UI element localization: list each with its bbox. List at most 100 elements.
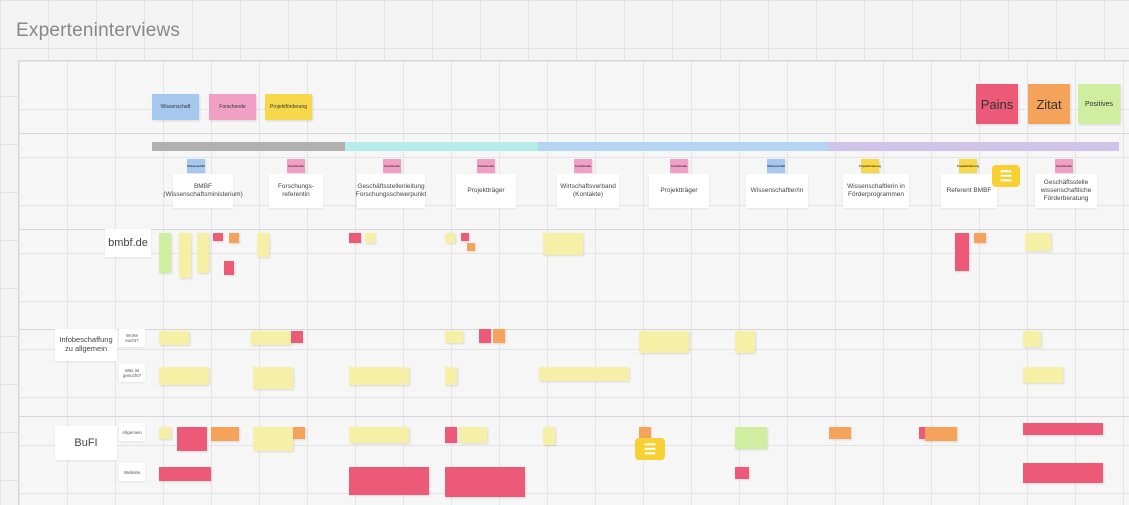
sticky-note[interactable] (459, 427, 487, 443)
column-tag[interactable]: Forschende (1055, 159, 1073, 173)
column-tag[interactable]: Projektförderung (859, 159, 881, 173)
sticky-note[interactable] (1025, 233, 1051, 251)
sticky-note[interactable] (291, 331, 303, 343)
row-divider (19, 229, 1129, 230)
legend-sticky-forschende[interactable]: Forschende (209, 94, 256, 120)
sticky-note[interactable] (1023, 367, 1063, 383)
sticky-note[interactable] (159, 467, 211, 481)
legend-sticky-wissenschaft[interactable]: Wissenschaft (152, 94, 199, 120)
sticky-note[interactable] (1023, 463, 1103, 483)
sticky-note[interactable] (349, 427, 409, 443)
legend-sticky-projektfoerderung[interactable]: Projektförderung (265, 94, 312, 120)
sticky-note[interactable] (349, 467, 429, 495)
sticky-note[interactable] (735, 331, 755, 353)
sticky-note[interactable] (539, 367, 629, 381)
sticky-note[interactable] (197, 233, 209, 273)
sticky-note[interactable] (479, 329, 491, 343)
row-sublabel-text: Was ist gesucht? (122, 368, 142, 378)
row-sublabel[interactable]: Worte sucht? (119, 329, 145, 347)
column-tag[interactable]: Forschende (477, 159, 495, 173)
sticky-note[interactable] (467, 243, 475, 251)
sticky-note[interactable] (445, 467, 525, 497)
sticky-note[interactable] (349, 367, 409, 385)
column-tag[interactable]: Projektförderung (956, 159, 980, 173)
column-header-card[interactable]: Wirtschaftsverband (Kontakte) (557, 174, 619, 208)
column-header-label: Wissenschaftlerin in Förderprogrammen (847, 183, 905, 198)
column-tag-label: Forschende (575, 164, 591, 168)
sticky-note[interactable] (177, 427, 207, 451)
column-header-card[interactable]: Referent BMBF (941, 174, 997, 208)
column-tag-label: Projektförderung (956, 164, 980, 168)
sticky-note[interactable] (925, 427, 957, 441)
row-sublabel[interactable]: Was ist gesucht? (119, 364, 145, 382)
sticky-note[interactable] (735, 427, 767, 449)
row-label-bufi[interactable]: BuFI (55, 426, 117, 460)
column-header-card[interactable]: Projektträger (649, 174, 709, 208)
column-tag-label: Forschende (384, 164, 400, 168)
comment-icon[interactable]: ☰ (992, 165, 1020, 187)
column-header-card[interactable]: Geschäftsstellenleitung Forschungsschwer… (356, 174, 426, 208)
sticky-note[interactable] (1023, 331, 1041, 347)
sticky-note[interactable] (493, 329, 505, 343)
sticky-note[interactable] (639, 331, 689, 353)
sticky-note[interactable] (1023, 423, 1103, 435)
sticky-note[interactable] (159, 233, 171, 273)
row-label-bmbf[interactable]: bmbf.de (105, 229, 151, 257)
legend-sticky-positives[interactable]: Positives (1078, 84, 1120, 124)
sticky-note[interactable] (159, 367, 209, 385)
row-label-infobeschaffung[interactable]: Infobeschaffung zu allgemein (55, 329, 117, 361)
column-header-card[interactable]: Projektträger (456, 174, 516, 208)
legend-label: Projektförderung (270, 104, 307, 110)
sticky-note[interactable] (159, 331, 189, 345)
row-label-text: Infobeschaffung zu allgemein (59, 335, 113, 353)
column-tag[interactable]: Wissenschaft (767, 159, 785, 173)
sticky-note[interactable] (445, 367, 457, 385)
sticky-note[interactable] (224, 261, 234, 275)
sticky-note[interactable] (159, 427, 171, 439)
sticky-note[interactable] (229, 233, 239, 243)
column-header-card[interactable]: Wissenschaftlerin in Förderprogrammen (843, 174, 909, 208)
sticky-note[interactable] (349, 233, 361, 243)
column-header-label: Projektträger (467, 187, 505, 195)
sticky-note[interactable] (257, 233, 269, 257)
sticky-note[interactable] (445, 233, 455, 243)
sticky-note[interactable] (211, 427, 239, 441)
column-tag[interactable]: Forschende (670, 159, 688, 173)
sticky-note[interactable] (293, 427, 305, 439)
sticky-note[interactable] (974, 233, 986, 243)
column-header-label: Wissenschaftler/in (750, 187, 804, 195)
sticky-note[interactable] (543, 427, 555, 445)
sticky-note[interactable] (445, 331, 463, 343)
sticky-note[interactable] (253, 367, 293, 389)
sticky-note[interactable] (365, 233, 375, 243)
sticky-note[interactable] (253, 427, 293, 451)
column-header-card[interactable]: BMBF (Wissenschaftsministerium) (163, 174, 243, 208)
sticky-note[interactable] (829, 427, 851, 439)
column-tag[interactable]: Forschende (287, 159, 305, 173)
sticky-note[interactable] (213, 233, 223, 241)
row-sublabel-text: Website (123, 469, 141, 475)
column-tag[interactable]: Wissenschaft (187, 159, 205, 173)
column-header-card[interactable]: Wissenschaftler/in (746, 174, 808, 208)
column-header-label: Geschäftsstelle wissenschaftliche Förder… (1040, 179, 1092, 202)
sticky-note[interactable] (179, 233, 191, 278)
legend-sticky-pains[interactable]: Pains (976, 84, 1018, 124)
sticky-note[interactable] (461, 233, 469, 241)
legend-label: Zitat (1036, 96, 1062, 112)
legend-sticky-zitat[interactable]: Zitat (1028, 84, 1070, 124)
column-header-label: Projektträger (660, 187, 698, 195)
column-tag[interactable]: Forschende (574, 159, 592, 173)
sticky-note[interactable] (445, 427, 457, 443)
sticky-note[interactable] (735, 467, 749, 479)
row-sublabel[interactable]: Allgemein (119, 423, 145, 441)
sticky-note[interactable] (251, 331, 291, 345)
row-sublabel[interactable]: Website (119, 463, 145, 481)
board-frame[interactable]: Wissenschaft Forschende Projektförderung… (18, 60, 1129, 505)
sticky-note[interactable] (543, 233, 583, 255)
sticky-note[interactable] (955, 233, 969, 271)
column-header-card[interactable]: Geschäftsstelle wissenschaftliche Förder… (1035, 174, 1097, 208)
column-header-card[interactable]: Forschungs-referentin (269, 174, 323, 208)
comment-icon[interactable]: ☰ (635, 438, 665, 460)
row-divider (19, 416, 1129, 417)
column-tag[interactable]: Forschende (383, 159, 401, 173)
